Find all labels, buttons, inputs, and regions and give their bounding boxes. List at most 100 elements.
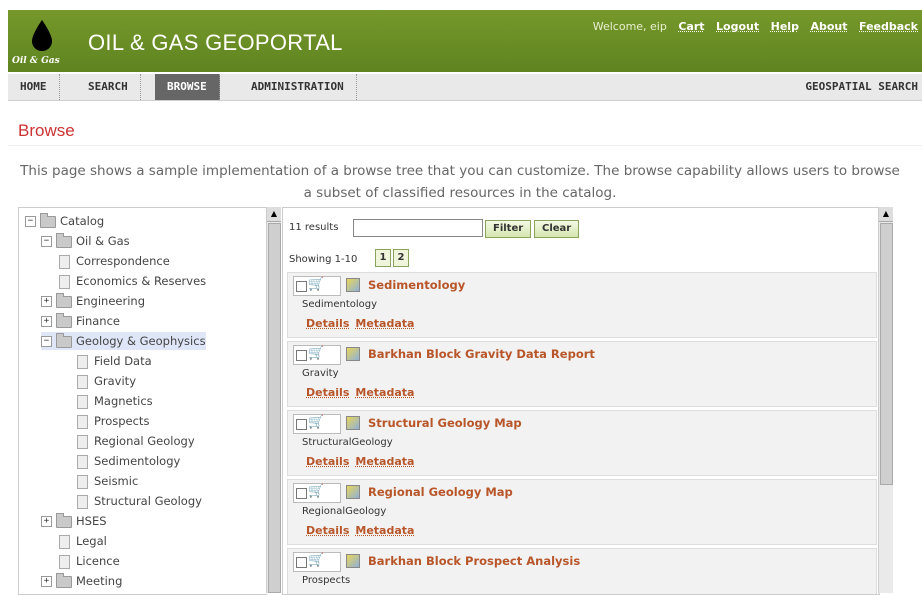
help-link[interactable]: Help xyxy=(771,20,799,33)
metadata-link[interactable]: Metadata xyxy=(355,386,414,399)
tree-item[interactable]: Magnetics xyxy=(77,392,153,410)
tree-item[interactable]: + Meeting xyxy=(41,572,122,590)
tree-item-label[interactable]: Licence xyxy=(76,554,120,568)
cart-icon[interactable]: 🛒 xyxy=(308,484,324,499)
tree-item-label[interactable]: Gravity xyxy=(94,374,136,388)
about-link[interactable]: About xyxy=(810,20,847,33)
feedback-link[interactable]: Feedback xyxy=(859,20,918,33)
folder-icon xyxy=(56,312,72,328)
tree-item-label[interactable]: Legal xyxy=(76,534,107,548)
nav-home[interactable]: HOME xyxy=(8,74,60,100)
results-count: 11 results xyxy=(289,222,339,233)
tree-item[interactable]: Prospects xyxy=(77,412,149,430)
record-description: RegionalGeology xyxy=(302,506,387,517)
folder-icon xyxy=(56,512,72,528)
metadata-link[interactable]: Metadata xyxy=(355,455,414,468)
tree-item[interactable]: Economics & Reserves xyxy=(59,272,206,290)
collapse-icon[interactable]: − xyxy=(25,216,36,227)
app-logo[interactable]: Oil & Gas xyxy=(8,10,76,72)
details-link[interactable]: Details xyxy=(306,317,349,330)
results-scrollbar[interactable]: ▲ xyxy=(878,207,893,593)
scroll-up-icon[interactable]: ▲ xyxy=(879,207,893,222)
record-checkbox[interactable] xyxy=(296,488,307,499)
result-record: 🛒 Structural Geology Map StructuralGeology… xyxy=(287,410,877,476)
expand-icon[interactable]: + xyxy=(41,516,52,527)
details-link[interactable]: Details xyxy=(306,455,349,468)
results-scroll-thumb[interactable] xyxy=(880,223,893,485)
collapse-icon[interactable]: − xyxy=(41,336,52,347)
tree-item-label[interactable]: Field Data xyxy=(94,354,152,368)
nav-geospatial-search[interactable]: GEOSPATIAL SEARCH xyxy=(805,74,918,100)
tree-item-label[interactable]: Prospects xyxy=(94,414,149,428)
tree-item-label[interactable]: Meeting xyxy=(76,574,122,588)
tree-item[interactable]: + Finance xyxy=(41,312,120,330)
tree-item-label[interactable]: Catalog xyxy=(60,214,104,228)
tree-item[interactable]: − Catalog xyxy=(25,212,104,230)
nav-administration[interactable]: ADMINISTRATION xyxy=(239,74,357,100)
record-title[interactable]: Structural Geology Map xyxy=(368,416,522,430)
tree-item-label[interactable]: Economics & Reserves xyxy=(76,274,206,288)
cart-icon[interactable]: 🛒 xyxy=(308,346,324,361)
tree-item-label[interactable]: Oil & Gas xyxy=(76,234,130,248)
tree-scrollbar[interactable]: ▲ xyxy=(266,207,281,593)
record-checkbox[interactable] xyxy=(296,419,307,430)
cart-icon[interactable]: 🛒 xyxy=(308,553,324,568)
tree-item-label[interactable]: Engineering xyxy=(76,294,145,308)
tree-item[interactable]: Sedimentology xyxy=(77,452,180,470)
tree-item-label[interactable]: Finance xyxy=(76,314,120,328)
filter-input[interactable] xyxy=(353,219,483,237)
details-link[interactable]: Details xyxy=(306,386,349,399)
details-link[interactable]: Details xyxy=(306,524,349,537)
tree-scroll-thumb[interactable] xyxy=(268,223,281,593)
tree-item-label[interactable]: Regional Geology xyxy=(94,434,195,448)
clear-button[interactable]: Clear xyxy=(534,220,580,238)
expand-icon[interactable]: + xyxy=(41,576,52,587)
scroll-up-icon[interactable]: ▲ xyxy=(267,207,281,222)
tree-item[interactable]: − Geology & Geophysics xyxy=(41,332,206,350)
tree-item-label[interactable]: Geology & Geophysics xyxy=(76,334,206,348)
record-checkbox[interactable] xyxy=(296,557,307,568)
welcome-text: Welcome, eip xyxy=(592,20,667,33)
record-title[interactable]: Regional Geology Map xyxy=(368,485,513,499)
tree-item-label[interactable]: Magnetics xyxy=(94,394,153,408)
tree-item-label[interactable]: Sedimentology xyxy=(94,454,180,468)
document-icon xyxy=(77,494,88,509)
page-2-button[interactable]: 2 xyxy=(393,249,409,267)
document-icon xyxy=(77,474,88,489)
filter-button[interactable]: Filter xyxy=(485,220,532,238)
record-title[interactable]: Barkhan Block Gravity Data Report xyxy=(368,347,595,361)
expand-icon[interactable]: + xyxy=(41,316,52,327)
tree-item[interactable]: Gravity xyxy=(77,372,136,390)
cart-icon[interactable]: 🛒 xyxy=(308,277,324,292)
tree-item[interactable]: − Oil & Gas xyxy=(41,232,130,250)
tree-item[interactable]: Licence xyxy=(59,552,120,570)
metadata-link[interactable]: Metadata xyxy=(355,317,414,330)
expand-icon[interactable]: + xyxy=(41,296,52,307)
record-checkbox[interactable] xyxy=(296,281,307,292)
tree-item-label[interactable]: HSES xyxy=(76,514,107,528)
logo-text: Oil & Gas xyxy=(12,56,60,66)
tree-item[interactable]: Regional Geology xyxy=(77,432,195,450)
logout-link[interactable]: Logout xyxy=(716,20,759,33)
top-links: Welcome, eip Cart Logout Help About Feed… xyxy=(585,20,918,33)
record-title[interactable]: Sedimentology xyxy=(368,278,465,292)
metadata-link[interactable]: Metadata xyxy=(355,524,414,537)
tree-item[interactable]: Legal xyxy=(59,532,107,550)
record-title[interactable]: Barkhan Block Prospect Analysis xyxy=(368,554,580,568)
cart-link[interactable]: Cart xyxy=(678,20,704,33)
collapse-icon[interactable]: − xyxy=(41,236,52,247)
page-1-button[interactable]: 1 xyxy=(375,249,391,267)
tree-item[interactable]: Seismic xyxy=(77,472,138,490)
tree-item-label[interactable]: Correspondence xyxy=(76,254,170,268)
tree-item[interactable]: Correspondence xyxy=(59,252,170,270)
nav-browse[interactable]: BROWSE xyxy=(155,74,220,100)
nav-search[interactable]: SEARCH xyxy=(76,74,141,100)
tree-item[interactable]: + HSES xyxy=(41,512,107,530)
tree-item-label[interactable]: Structural Geology xyxy=(94,494,202,508)
tree-item[interactable]: Field Data xyxy=(77,352,152,370)
tree-item[interactable]: Structural Geology xyxy=(77,492,202,510)
cart-icon[interactable]: 🛒 xyxy=(308,415,324,430)
tree-item-label[interactable]: Seismic xyxy=(94,474,138,488)
record-checkbox[interactable] xyxy=(296,350,307,361)
tree-item[interactable]: + Engineering xyxy=(41,292,145,310)
